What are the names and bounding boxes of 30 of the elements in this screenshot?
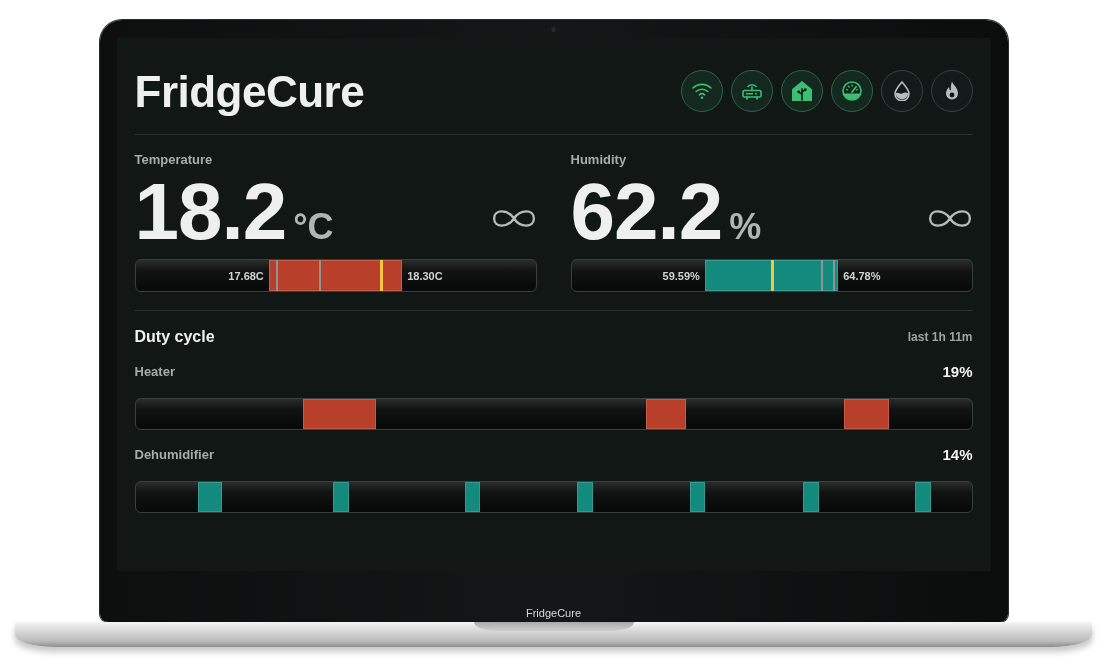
metric-label: Humidity	[570, 152, 628, 168]
infinity-icon	[926, 209, 973, 227]
wifi-icon	[691, 81, 712, 101]
metric-value: 18.2	[134, 172, 287, 252]
infinity-icon	[490, 209, 537, 227]
time-period: last 1h 11m	[907, 329, 973, 345]
channel-name: Dehumidifier	[134, 447, 214, 463]
status-indicator-button[interactable]	[830, 70, 873, 112]
metric-unit: °C	[293, 209, 334, 245]
status-indicator-button[interactable]	[880, 70, 923, 112]
section-title: Duty cycle	[134, 327, 215, 347]
status-indicator-button[interactable]	[780, 70, 823, 112]
range-high-label: 64.78%	[842, 269, 881, 282]
status-indicator-button[interactable]	[730, 70, 773, 112]
water-drop-icon	[891, 81, 912, 101]
range-low-label: 17.68C	[228, 269, 265, 282]
range-high-label: 18.30C	[406, 269, 443, 282]
house-icon	[791, 81, 812, 101]
range-low-label: 59.59%	[662, 269, 701, 282]
metric-value: 62.2	[570, 172, 723, 252]
metric-label: Temperature	[134, 152, 214, 168]
status-indicator-button[interactable]	[680, 70, 723, 112]
device-label: FridgeCure	[526, 606, 581, 620]
status-indicator-button[interactable]	[930, 70, 973, 112]
router-icon	[741, 81, 762, 101]
channel-name: Heater	[134, 364, 175, 380]
duty-percent: 14%	[942, 447, 973, 463]
gauge-icon	[841, 81, 862, 101]
duty-percent: 19%	[942, 364, 973, 380]
metric-unit: %	[729, 209, 762, 245]
